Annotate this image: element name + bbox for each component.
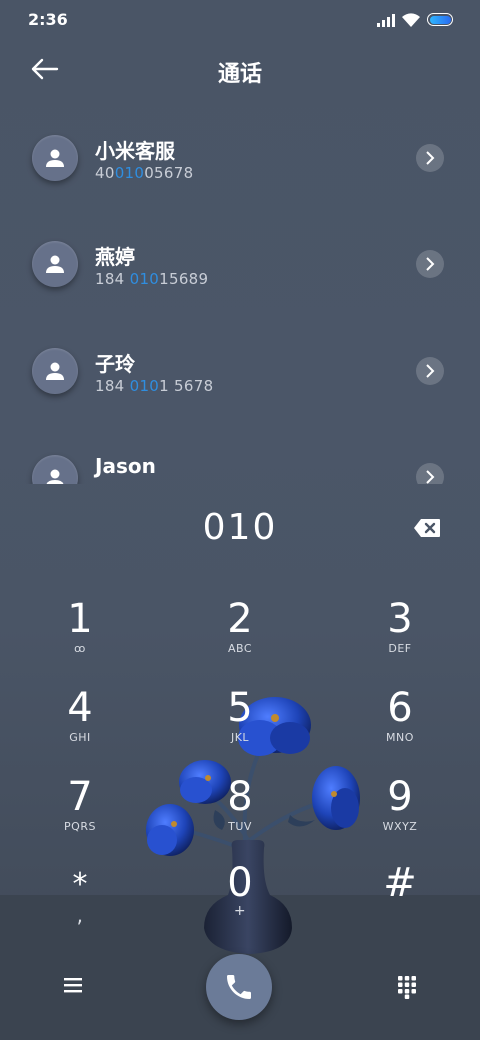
key-2[interactable]: 2 ABC <box>185 596 295 676</box>
avatar <box>32 241 78 287</box>
contact-detail-button[interactable] <box>416 250 444 278</box>
call-button[interactable] <box>206 954 272 1020</box>
key-0[interactable]: 0 + <box>185 860 295 940</box>
key-4[interactable]: 4 GHI <box>25 685 135 765</box>
contact-name: Jason <box>95 454 156 478</box>
dialpad-icon[interactable] <box>397 975 417 999</box>
key-5[interactable]: 5 JKL <box>185 685 295 765</box>
key-8[interactable]: 8 TUV <box>185 774 295 854</box>
person-icon <box>46 362 64 380</box>
contact-row[interactable]: 燕婷 184 01015689 <box>0 235 480 325</box>
contact-detail-button[interactable] <box>416 144 444 172</box>
key-hash[interactable]: # <box>345 860 455 940</box>
menu-icon[interactable] <box>62 976 84 994</box>
chevron-right-icon <box>426 470 435 484</box>
wifi-icon <box>402 13 420 27</box>
battery-icon <box>427 13 453 26</box>
phone-icon <box>227 975 251 999</box>
status-time: 2:36 <box>28 10 68 29</box>
contact-row[interactable]: Jason <box>0 448 480 484</box>
contact-name: 小米客服 <box>95 139 175 163</box>
key-9[interactable]: 9 WXYZ <box>345 774 455 854</box>
contact-number: 4001005678 <box>95 164 194 182</box>
contact-list: 小米客服 4001005678 燕婷 184 01015689 子玲 184 0… <box>0 108 480 484</box>
key-1[interactable]: 1ꝏ <box>25 596 135 676</box>
avatar <box>32 348 78 394</box>
backspace-icon[interactable] <box>413 518 441 538</box>
person-icon <box>46 149 64 167</box>
key-star[interactable]: *, <box>25 862 135 942</box>
chevron-right-icon <box>426 364 435 378</box>
contact-detail-button[interactable] <box>416 357 444 385</box>
key-3[interactable]: 3 DEF <box>345 596 455 676</box>
signal-icon <box>377 13 395 27</box>
contact-name: 燕婷 <box>95 245 135 269</box>
contact-number: 184 0101 5678 <box>95 377 214 395</box>
key-7[interactable]: 7 PQRS <box>25 774 135 854</box>
voicemail-icon: ꝏ <box>74 642 86 655</box>
contact-detail-button[interactable] <box>416 463 444 484</box>
contact-name: 子玲 <box>95 352 135 376</box>
contact-row[interactable]: 子玲 184 0101 5678 <box>0 342 480 432</box>
chevron-right-icon <box>426 151 435 165</box>
avatar <box>32 455 78 484</box>
contact-number: 184 01015689 <box>95 270 209 288</box>
person-icon <box>46 469 64 484</box>
dial-input[interactable]: 010 <box>0 507 480 548</box>
person-icon <box>46 255 64 273</box>
key-6[interactable]: 6 MNO <box>345 685 455 765</box>
contact-row[interactable]: 小米客服 4001005678 <box>0 128 480 218</box>
status-bar: 2:36 <box>0 0 480 40</box>
chevron-right-icon <box>426 257 435 271</box>
avatar <box>32 135 78 181</box>
page-title: 通话 <box>217 62 262 87</box>
